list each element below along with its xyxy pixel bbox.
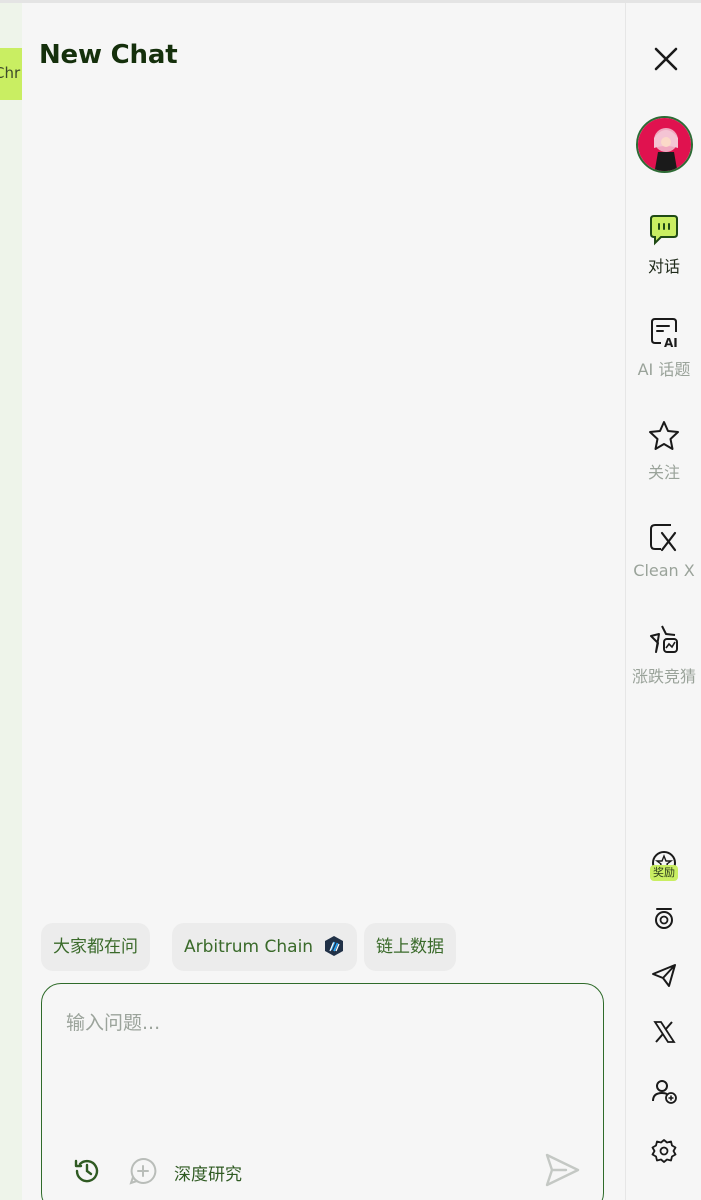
- star-icon: [649, 421, 679, 450]
- deep-research-toggle[interactable]: 深度研究: [174, 1160, 242, 1185]
- nav-follow-label: 关注: [647, 463, 680, 482]
- reward-badge: 奖励: [650, 865, 678, 881]
- nav-clean-x[interactable]: Clean X: [626, 521, 701, 580]
- right-sidebar: 对话 AI AI 话题 关注 Clean X 涨跌竞猜 奖励: [625, 3, 701, 1200]
- chip-onchain-data[interactable]: 链上数据: [364, 923, 456, 971]
- nav-chat-label: 对话: [647, 257, 680, 276]
- send-icon[interactable]: [542, 1150, 582, 1190]
- svg-text:AI: AI: [664, 336, 678, 350]
- x-logo-icon[interactable]: [650, 1018, 678, 1046]
- nav-chat[interactable]: 对话: [626, 213, 701, 277]
- chat-input[interactable]: [66, 1008, 566, 1068]
- add-user-icon[interactable]: [650, 1077, 678, 1105]
- history-icon[interactable]: [72, 1156, 102, 1186]
- nav-ai-topics-label: AI 话题: [637, 360, 691, 379]
- nav-clean-x-label: Clean X: [633, 561, 695, 580]
- nav-prediction-label: 涨跌竞猜: [631, 667, 696, 686]
- nav-prediction[interactable]: 涨跌竞猜: [626, 623, 701, 687]
- chat-input-box: 深度研究: [41, 983, 604, 1200]
- new-chat-icon[interactable]: [128, 1156, 158, 1186]
- ai-topic-icon: AI: [651, 318, 678, 350]
- nav-ai-topics[interactable]: AI AI 话题: [626, 316, 701, 380]
- medal-icon[interactable]: [650, 905, 678, 933]
- left-tab-label: Chr: [0, 64, 21, 82]
- nav-follow[interactable]: 关注: [626, 419, 701, 483]
- chip-everyone-asks[interactable]: 大家都在问: [41, 923, 150, 971]
- chat-bubble-icon: [650, 215, 678, 246]
- left-panel-edge: [0, 3, 22, 1200]
- chip-arbitrum-chain[interactable]: Arbitrum Chain: [172, 923, 358, 971]
- chip-everyone-asks-label: 大家都在问: [53, 937, 138, 957]
- prediction-star-icon: [650, 625, 678, 653]
- left-collapsed-tab[interactable]: Chr: [0, 48, 22, 100]
- telegram-icon[interactable]: [650, 961, 678, 989]
- gear-icon[interactable]: [650, 1137, 678, 1165]
- clean-x-icon: [650, 524, 677, 552]
- avatar[interactable]: [636, 116, 693, 173]
- chip-arbitrum-label: Arbitrum Chain: [184, 937, 314, 957]
- chip-onchain-data-label: 链上数据: [376, 937, 444, 957]
- arbitrum-icon: [325, 936, 344, 956]
- close-icon[interactable]: [648, 41, 684, 77]
- top-border: [0, 0, 701, 3]
- page-title: New Chat: [39, 40, 178, 70]
